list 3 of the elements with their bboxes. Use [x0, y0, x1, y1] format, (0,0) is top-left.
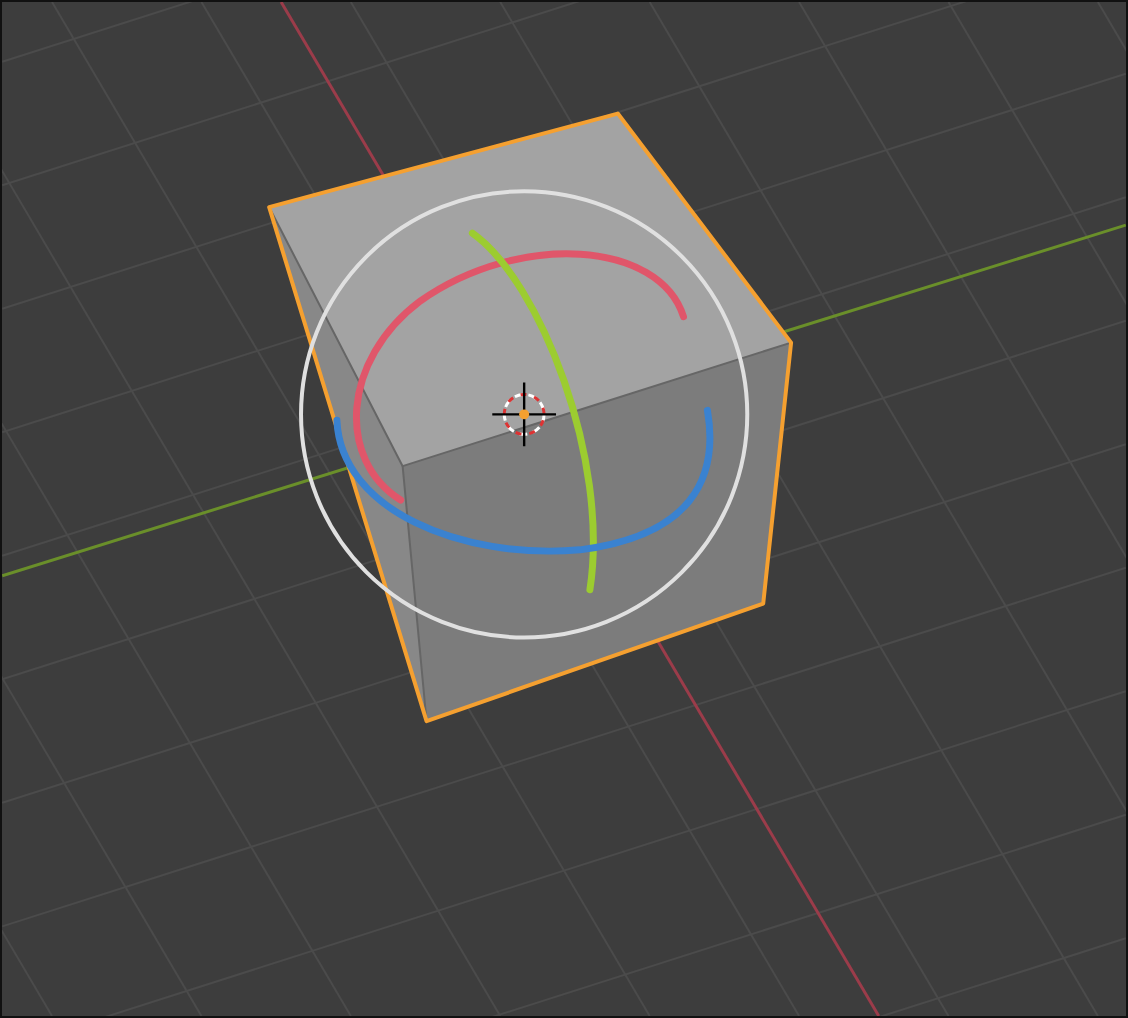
3d-cursor-icon: [492, 382, 557, 447]
rotation-gizmo-drawing[interactable]: [299, 189, 750, 640]
cube-drawing[interactable]: [267, 111, 794, 724]
